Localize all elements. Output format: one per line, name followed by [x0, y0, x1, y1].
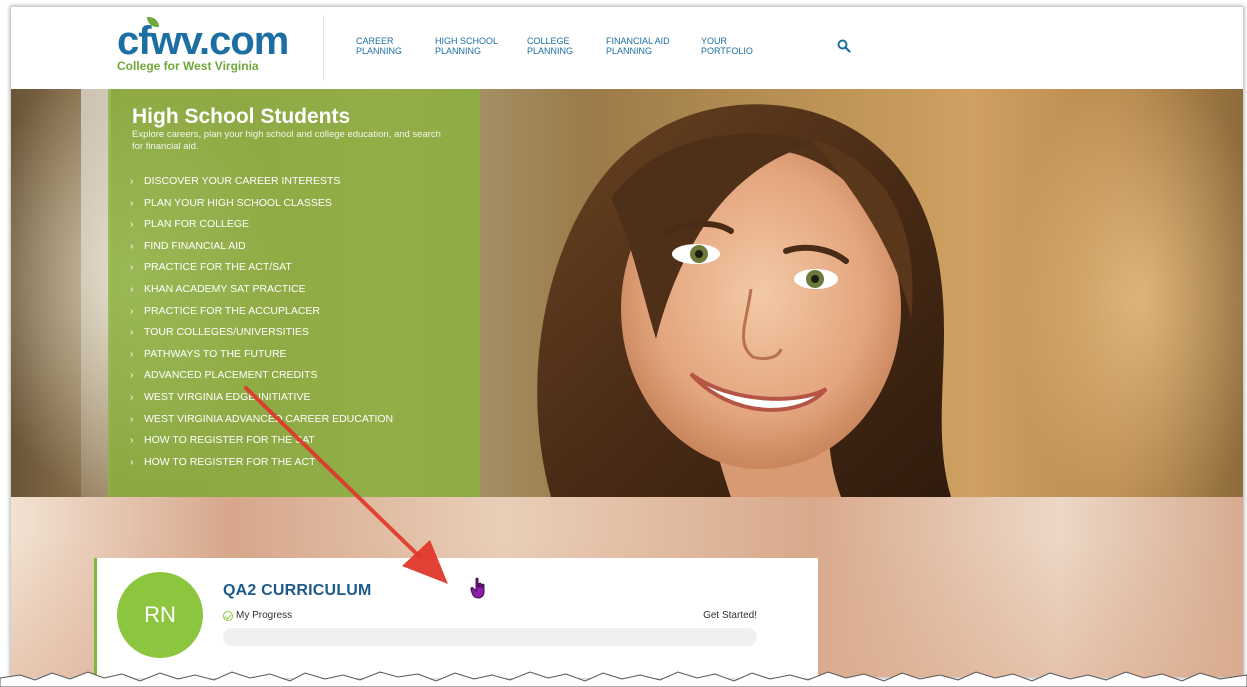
hero-title: High School Students [132, 105, 351, 128]
hero-link-label: HOW TO REGISTER FOR THE ACT [144, 455, 316, 468]
torn-paper-edge [0, 671, 1247, 687]
hero-link-item[interactable]: › DISCOVER YOUR CAREER INTERESTS [130, 171, 393, 193]
hero-subtitle: Explore careers, plan your high school a… [132, 129, 441, 152]
chevron-right-icon: › [130, 176, 134, 187]
chevron-right-icon: › [130, 240, 134, 252]
hero-link-item[interactable]: › HOW TO REGISTER FOR THE ACT [130, 452, 393, 474]
hero-link-item[interactable]: › TOUR COLLEGES/UNIVERSITIES [130, 322, 393, 344]
nav-career-planning[interactable]: CAREER PLANNING [356, 36, 402, 56]
site-logo[interactable]: cfwv.com College for West Virginia [117, 17, 317, 77]
nav-your-portfolio[interactable]: YOUR PORTFOLIO [701, 36, 753, 56]
hero-link-item[interactable]: › WEST VIRGINIA ADVANCED CAREER EDUCATION [130, 409, 393, 431]
hero-link-item[interactable]: › PRACTICE FOR THE ACT/SAT [130, 257, 393, 279]
hero-link-item[interactable]: › PATHWAYS TO THE FUTURE [130, 344, 393, 366]
hero-link-label: PLAN YOUR HIGH SCHOOL CLASSES [144, 196, 332, 209]
chevron-right-icon: › [130, 219, 134, 231]
header-divider [323, 15, 324, 81]
hero-link-item[interactable]: › KHAN ACADEMY SAT PRACTICE [130, 279, 393, 301]
site-header: cfwv.com College for West Virginia CAREE… [11, 7, 1243, 89]
chevron-right-icon: › [130, 305, 134, 317]
hero-link-label: ADVANCED PLACEMENT CREDITS [144, 369, 318, 382]
chevron-right-icon: › [130, 435, 134, 447]
hand-pointer-icon [470, 577, 485, 599]
check-circle-icon [223, 611, 233, 621]
hero-background-glow-right [1011, 89, 1243, 497]
chevron-right-icon: › [130, 370, 134, 382]
hero-link-label: PLAN FOR COLLEGE [144, 218, 250, 231]
hero-panel: High School Students Explore careers, pl… [108, 89, 480, 497]
hero-link-item[interactable]: › FIND FINANCIAL AID [130, 236, 393, 258]
hero-link-item[interactable]: › WEST VIRGINIA EDGE INITIATIVE [130, 387, 393, 409]
hero-link-item[interactable]: › PRACTICE FOR THE ACCUPLACER [130, 301, 393, 323]
logo-wordmark: cfwv.com [117, 19, 289, 63]
chevron-right-icon: › [130, 456, 134, 468]
hero-link-label: WEST VIRGINIA EDGE INITIATIVE [144, 390, 311, 403]
hero-student-photo [537, 104, 951, 497]
nav-college-planning[interactable]: COLLEGE PLANNING [527, 36, 573, 56]
chevron-right-icon: › [130, 413, 134, 425]
progress-label: My Progress [236, 610, 293, 621]
search-icon[interactable] [837, 39, 851, 53]
hero-link-label: DISCOVER YOUR CAREER INTERESTS [144, 175, 341, 187]
hero-link-label: PATHWAYS TO THE FUTURE [144, 347, 287, 360]
curriculum-title[interactable]: QA2 CURRICULUM [223, 582, 372, 600]
nav-high-school-planning[interactable]: HIGH SCHOOL PLANNING [435, 36, 498, 56]
get-started-link[interactable]: Get Started! [703, 610, 757, 621]
nav-financial-aid-planning[interactable]: FINANCIAL AID PLANNING [606, 36, 670, 56]
hero-link-list: › DISCOVER YOUR CAREER INTERESTS › PLAN YOU… [130, 171, 393, 473]
chevron-right-icon: › [130, 327, 134, 339]
progress-bar [223, 628, 757, 646]
hero-link-label: HOW TO REGISTER FOR THE SAT [144, 434, 315, 447]
hero-link-label: PRACTICE FOR THE ACT/SAT [144, 261, 292, 274]
hero-link-item[interactable]: › ADVANCED PLACEMENT CREDITS [130, 365, 393, 387]
chevron-right-icon: › [130, 197, 134, 209]
avatar: RN [117, 572, 203, 658]
progress-row: My Progress Get Started! [223, 610, 757, 624]
hero-link-label: PRACTICE FOR THE ACCUPLACER [144, 304, 321, 317]
hero-link-item[interactable]: › PLAN FOR COLLEGE [130, 214, 393, 236]
hero-background-pillar [81, 89, 111, 497]
hero-link-label: KHAN ACADEMY SAT PRACTICE [144, 282, 306, 295]
hero-link-label: WEST VIRGINIA ADVANCED CAREER EDUCATION [144, 412, 394, 425]
chevron-right-icon: › [130, 391, 134, 403]
hero-link-item[interactable]: › PLAN YOUR HIGH SCHOOL CLASSES [130, 193, 393, 215]
hero-link-item[interactable]: › HOW TO REGISTER FOR THE SAT [130, 430, 393, 452]
hero-banner: High School Students Explore careers, pl… [11, 89, 1243, 497]
hero-link-label: TOUR COLLEGES/UNIVERSITIES [144, 326, 309, 339]
chevron-right-icon: › [130, 348, 134, 360]
hero-link-label: FIND FINANCIAL AID [144, 239, 246, 252]
chevron-right-icon: › [130, 262, 134, 274]
chevron-right-icon: › [130, 283, 134, 295]
